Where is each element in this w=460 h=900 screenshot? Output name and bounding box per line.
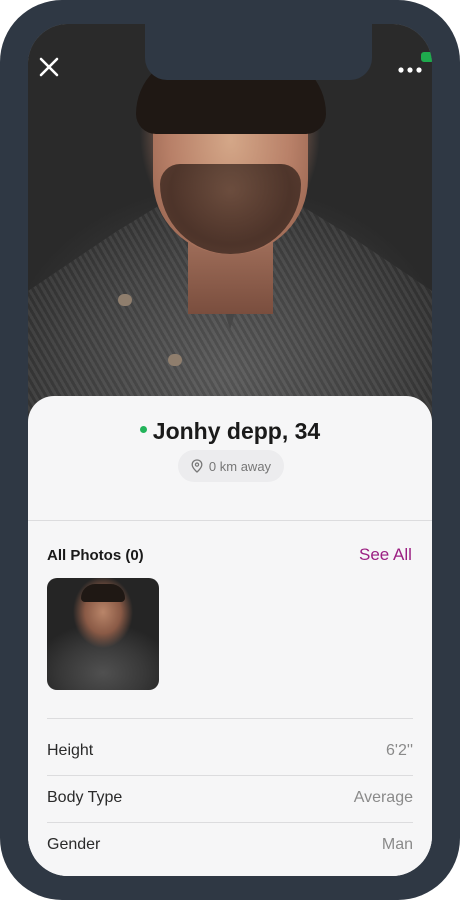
divider xyxy=(47,718,413,719)
screen: Jonhy depp, 34 0 km away All Photos (0) … xyxy=(28,24,432,876)
attribute-label: Gender xyxy=(47,836,101,853)
sweater-button xyxy=(118,294,132,306)
sweater-button xyxy=(168,354,182,366)
distance-text: 0 km away xyxy=(208,458,272,474)
attribute-row-body-type: Body Type Average xyxy=(47,777,413,823)
online-status-dot xyxy=(139,426,147,434)
profile-name-age: Jonhy depp, 34 xyxy=(152,418,321,444)
attribute-row-height: Height 6'2'' xyxy=(47,730,413,776)
divider xyxy=(47,822,413,823)
distance-badge: 0 km away xyxy=(178,450,284,482)
photo-thumbnail[interactable] xyxy=(47,578,159,690)
attribute-value: Man xyxy=(381,836,413,853)
attribute-label: Body Type xyxy=(47,789,123,806)
see-all-link[interactable]: See All xyxy=(359,545,412,565)
more-horizontal-icon[interactable] xyxy=(398,62,422,73)
attribute-value: Average xyxy=(353,789,413,806)
divider xyxy=(28,520,432,521)
thumbnail-hair-shape xyxy=(81,584,125,602)
attribute-value: 6'2'' xyxy=(386,742,413,759)
attribute-label: Height xyxy=(47,742,94,759)
phone-frame: Jonhy depp, 34 0 km away All Photos (0) … xyxy=(0,0,460,900)
location-pin-icon xyxy=(191,459,203,473)
notch xyxy=(145,24,372,80)
attribute-row-gender: Gender Man xyxy=(47,824,413,870)
divider xyxy=(47,775,413,776)
photos-section-title: All Photos (0) xyxy=(47,547,144,564)
profile-photo xyxy=(28,24,432,434)
battery-icon xyxy=(421,52,432,62)
profile-name-row: Jonhy depp, 34 xyxy=(28,418,432,445)
close-icon[interactable] xyxy=(38,56,60,78)
profile-card: Jonhy depp, 34 0 km away All Photos (0) … xyxy=(28,396,432,876)
